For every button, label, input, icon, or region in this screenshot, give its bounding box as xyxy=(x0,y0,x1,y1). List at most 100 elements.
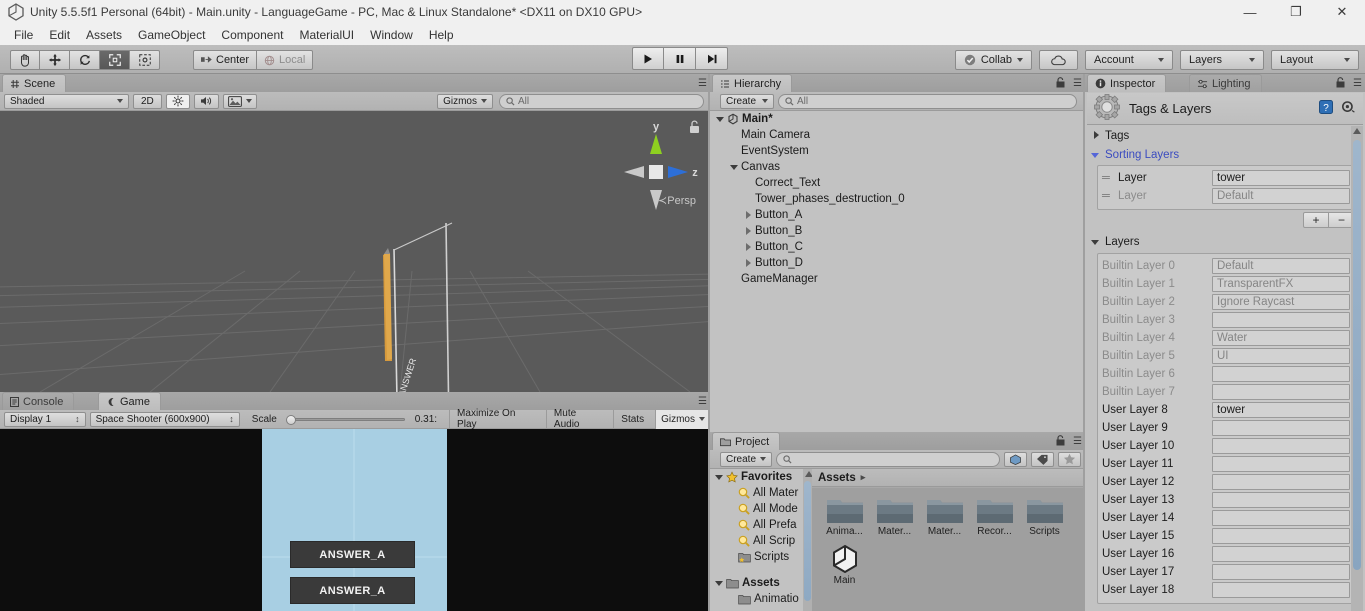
hierarchy-item-towerphasesdestruction0[interactable]: Tower_phases_destruction_0 xyxy=(712,191,1083,207)
hierarchy-lock-icon[interactable] xyxy=(1056,77,1065,91)
stats-toggle[interactable]: Stats xyxy=(613,409,651,429)
project-tree-item[interactable]: All Mode xyxy=(712,501,812,517)
inspector-scroll-thumb[interactable] xyxy=(1353,140,1361,570)
project-type-filter-button[interactable] xyxy=(1004,451,1027,467)
asset-item[interactable]: Main xyxy=(820,543,869,586)
layout-button[interactable]: Layout xyxy=(1271,50,1359,70)
asset-item[interactable]: Scripts xyxy=(1020,494,1069,537)
project-label-filter-button[interactable] xyxy=(1031,451,1054,467)
inspector-row-field[interactable]: Ignore Raycast xyxy=(1212,294,1350,310)
chevron-down-icon[interactable] xyxy=(730,163,739,172)
inspector-row-field[interactable] xyxy=(1212,510,1350,526)
maximize-button[interactable]: ❐ xyxy=(1273,0,1319,24)
vertical-splitter-left[interactable] xyxy=(708,74,710,611)
project-tree-item[interactable]: All Scrip xyxy=(712,533,812,549)
tab-lighting[interactable]: Lighting xyxy=(1189,74,1262,92)
hierarchy-item-main[interactable]: Main* xyxy=(712,111,1083,127)
project-create-button[interactable]: Create xyxy=(720,451,772,467)
chevron-right-icon[interactable] xyxy=(744,210,753,220)
lighting-toggle-button[interactable] xyxy=(165,93,190,109)
project-tree-scrollbar[interactable] xyxy=(803,469,812,611)
hierarchy-item-buttona[interactable]: Button_A xyxy=(712,207,1083,223)
menu-item-file[interactable]: File xyxy=(6,26,41,44)
game-options-icon[interactable]: ☰ xyxy=(698,396,707,407)
inspector-row-field[interactable] xyxy=(1212,366,1350,382)
project-search-input[interactable] xyxy=(776,451,1000,467)
answer-button-a2[interactable]: ANSWER_A xyxy=(290,577,415,604)
hierarchy-item-canvas[interactable]: Canvas xyxy=(712,159,1083,175)
chevron-right-icon[interactable] xyxy=(744,242,753,252)
inspector-row-field[interactable]: TransparentFX xyxy=(1212,276,1350,292)
cloud-button[interactable] xyxy=(1039,50,1078,70)
scene-perspective-label[interactable]: ≺Persp xyxy=(658,194,696,207)
hierarchy-item-buttonc[interactable]: Button_C xyxy=(712,239,1083,255)
project-tree-scroll-thumb[interactable] xyxy=(804,481,811,601)
mute-audio-toggle[interactable]: Mute Audio xyxy=(545,408,609,430)
tab-game[interactable]: Game xyxy=(98,392,161,410)
asset-item[interactable]: Mater... xyxy=(920,494,969,537)
fx-toggle-button[interactable] xyxy=(222,93,257,109)
hierarchy-item-eventsystem[interactable]: EventSystem xyxy=(712,143,1083,159)
project-breadcrumb[interactable]: Assets ▸ xyxy=(812,469,1083,487)
chevron-down-icon[interactable] xyxy=(715,579,724,588)
display-dropdown[interactable]: Display 1 ↕ xyxy=(4,411,86,427)
scene-viewport[interactable]: ANSWER ANSWER ANSWER y z xyxy=(0,111,710,392)
close-button[interactable]: ✕ xyxy=(1319,0,1365,24)
menu-item-help[interactable]: Help xyxy=(421,26,462,44)
scale-slider[interactable] xyxy=(285,414,405,425)
scroll-up-arrow-icon[interactable] xyxy=(1353,128,1361,134)
pivot-mode-button[interactable]: Center xyxy=(193,50,258,70)
inspector-row-field[interactable] xyxy=(1212,438,1350,454)
asset-item[interactable]: Recor... xyxy=(970,494,1019,537)
collab-button[interactable]: Collab xyxy=(954,50,1032,70)
account-button[interactable]: Account xyxy=(1085,50,1173,70)
aspect-dropdown[interactable]: Space Shooter (600x900) ↕ xyxy=(89,411,240,427)
scale-slider-knob[interactable] xyxy=(285,414,296,425)
gizmos-dropdown[interactable]: Gizmos xyxy=(437,93,493,109)
drag-handle-icon[interactable]: ═ xyxy=(1102,191,1112,202)
inspector-row-field[interactable]: Default xyxy=(1212,258,1350,274)
project-tree-item[interactable]: All Prefa xyxy=(712,517,812,533)
project-lock-icon[interactable] xyxy=(1056,435,1065,449)
maximize-on-play-toggle[interactable]: Maximize On Play xyxy=(449,408,542,430)
game-gizmos-dropdown[interactable]: Gizmos xyxy=(655,409,710,429)
inspector-row-field[interactable] xyxy=(1212,528,1350,544)
audio-toggle-button[interactable] xyxy=(193,93,219,109)
inspector-row-field[interactable] xyxy=(1212,492,1350,508)
project-tree-item[interactable] xyxy=(712,565,812,575)
shading-mode-dropdown[interactable]: Shaded xyxy=(4,93,129,109)
vertical-splitter-right[interactable] xyxy=(1083,74,1085,611)
game-viewport[interactable]: ANSWER_A ANSWER_A xyxy=(0,429,710,611)
menu-item-gameobject[interactable]: GameObject xyxy=(130,26,213,44)
project-tree-item[interactable]: Favorites xyxy=(712,469,812,485)
foldout-tags[interactable]: Tags xyxy=(1087,126,1363,145)
tab-project[interactable]: Project xyxy=(712,432,781,450)
asset-item[interactable]: Mater... xyxy=(870,494,919,537)
inspector-row-field[interactable]: tower xyxy=(1212,402,1350,418)
hierarchy-item-correcttext[interactable]: Correct_Text xyxy=(712,175,1083,191)
2d-toggle-button[interactable]: 2D xyxy=(133,93,162,109)
hierarchy-search-input[interactable]: All xyxy=(778,93,1077,109)
project-favorite-filter-button[interactable] xyxy=(1058,451,1081,467)
answer-button-a1[interactable]: ANSWER_A xyxy=(290,541,415,568)
settings-gear-icon[interactable] xyxy=(1341,100,1355,117)
drag-handle-icon[interactable]: ═ xyxy=(1102,173,1112,184)
foldout-layers[interactable]: Layers xyxy=(1087,232,1363,251)
project-tree[interactable]: Favorites All Mater All Mode All Prefa All S… xyxy=(712,469,812,611)
inspector-row-field[interactable] xyxy=(1212,474,1350,490)
play-button[interactable] xyxy=(632,47,664,70)
hierarchy-options-icon[interactable]: ☰ xyxy=(1073,78,1082,89)
foldout-sorting-layers[interactable]: Sorting Layers xyxy=(1087,145,1363,164)
chevron-down-icon[interactable] xyxy=(715,473,724,482)
inspector-row-field[interactable] xyxy=(1212,420,1350,436)
scale-tool-button[interactable] xyxy=(100,50,130,70)
project-tree-item[interactable]: Scripts xyxy=(712,549,812,565)
hierarchy-item-buttond[interactable]: Button_D xyxy=(712,255,1083,271)
tab-inspector[interactable]: Inspector xyxy=(1087,74,1167,92)
inspector-row-field[interactable] xyxy=(1212,384,1350,400)
add-sorting-layer-button[interactable]: + xyxy=(1303,212,1329,228)
inspector-options-icon[interactable]: ☰ xyxy=(1353,78,1362,89)
pause-button[interactable] xyxy=(664,47,696,70)
move-tool-button[interactable] xyxy=(40,50,70,70)
minimize-button[interactable]: — xyxy=(1227,0,1273,24)
